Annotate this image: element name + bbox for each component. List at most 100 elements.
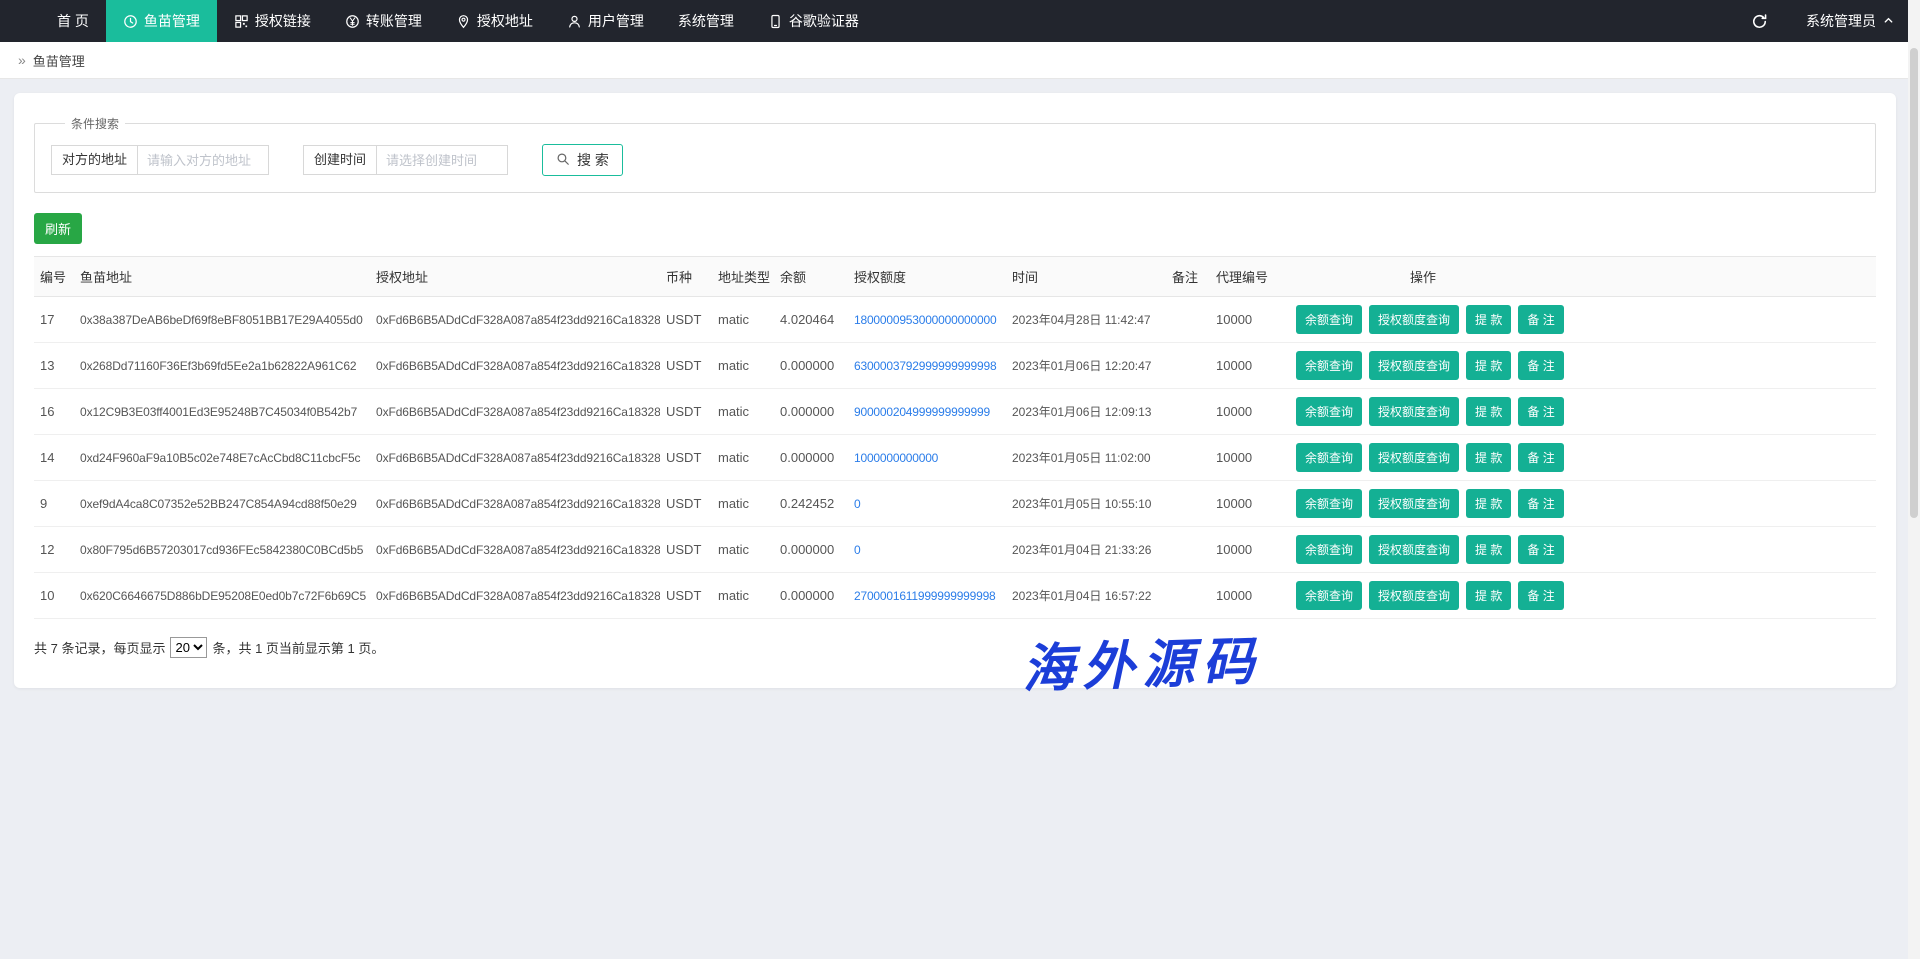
table-row: 140xd24F960aF9a10B5c02e748E7cAcCbd8C11cb… — [34, 435, 1876, 481]
nav-item-home[interactable]: 首 页 — [40, 0, 106, 42]
withdraw-button[interactable]: 提 款 — [1466, 443, 1511, 472]
user-icon — [567, 14, 582, 29]
scrollbar-thumb[interactable] — [1910, 48, 1918, 518]
created-time-input[interactable] — [376, 145, 508, 175]
balance-query-button[interactable]: 余额查询 — [1296, 397, 1362, 426]
cell-fry-address: 0x268Dd71160F36Ef3b69fd5Ee2a1b62822A961C… — [74, 343, 370, 389]
withdraw-button[interactable]: 提 款 — [1466, 305, 1511, 334]
quota-link[interactable]: 1000000000000 — [854, 451, 938, 465]
cell-address-type: matic — [712, 389, 774, 435]
address-search-label: 对方的地址 — [51, 145, 137, 175]
chevron-up-icon — [1883, 13, 1894, 29]
balance-query-button[interactable]: 余额查询 — [1296, 351, 1362, 380]
cell-quota: 900000204999999999999 — [848, 389, 1006, 435]
quota-query-button[interactable]: 授权额度查询 — [1369, 397, 1459, 426]
remark-button[interactable]: 备 注 — [1518, 581, 1563, 610]
withdraw-button[interactable]: 提 款 — [1466, 397, 1511, 426]
cell-actions: 余额查询授权额度查询提 款备 注 — [1290, 527, 1876, 573]
quota-query-button[interactable]: 授权额度查询 — [1369, 305, 1459, 334]
cell-balance: 0.000000 — [774, 573, 848, 619]
nav-item-label: 系统管理 — [678, 11, 734, 31]
cell-balance: 0.242452 — [774, 481, 848, 527]
nav-item-auth-address[interactable]: 授权地址 — [439, 0, 550, 42]
user-menu[interactable]: 系统管理员 — [1806, 11, 1894, 31]
column-header: 地址类型 — [712, 257, 774, 297]
column-header: 备注 — [1166, 257, 1210, 297]
quota-link[interactable]: 0 — [854, 543, 860, 557]
quota-query-button[interactable]: 授权额度查询 — [1369, 535, 1459, 564]
quota-query-button[interactable]: 授权额度查询 — [1369, 489, 1459, 518]
nav-item-label: 授权地址 — [477, 11, 533, 31]
column-header: 币种 — [660, 257, 712, 297]
remark-button[interactable]: 备 注 — [1518, 535, 1563, 564]
breadcrumb-chevrons-icon: » — [18, 52, 26, 68]
cell-id: 16 — [34, 389, 74, 435]
top-nav: 首 页鱼苗管理授权链接转账管理 授权地址 用户管理 系统管理谷歌验证器 系统管理员 — [0, 0, 1920, 42]
cell-balance: 0.000000 — [774, 527, 848, 573]
cell-id: 17 — [34, 297, 74, 343]
cell-id: 9 — [34, 481, 74, 527]
quota-link[interactable]: 2700001611999999999998 — [854, 589, 996, 603]
cell-quota: 2700001611999999999998 — [848, 573, 1006, 619]
nav-item-transfer-management[interactable]: 转账管理 — [328, 0, 439, 42]
quota-link[interactable]: 6300003792999999999998 — [854, 359, 996, 373]
quota-link[interactable]: 1800000953000000000000 — [854, 313, 996, 327]
withdraw-button[interactable]: 提 款 — [1466, 351, 1511, 380]
cell-id: 12 — [34, 527, 74, 573]
nav-item-system-management[interactable]: 系统管理 — [661, 0, 751, 42]
cell-balance: 4.020464 — [774, 297, 848, 343]
cell-actions: 余额查询授权额度查询提 款备 注 — [1290, 297, 1876, 343]
page-size-select[interactable]: 20 — [170, 637, 207, 658]
cell-currency: USDT — [660, 527, 712, 573]
quota-query-button[interactable]: 授权额度查询 — [1369, 443, 1459, 472]
nav-item-fry-management[interactable]: 鱼苗管理 — [106, 0, 217, 42]
balance-query-button[interactable]: 余额查询 — [1296, 443, 1362, 472]
quota-link[interactable]: 900000204999999999999 — [854, 405, 990, 419]
cell-balance: 0.000000 — [774, 343, 848, 389]
cell-address-type: matic — [712, 481, 774, 527]
column-header: 操作 — [1290, 257, 1876, 297]
withdraw-button[interactable]: 提 款 — [1466, 581, 1511, 610]
quota-link[interactable]: 0 — [854, 497, 860, 511]
refresh-icon[interactable] — [1751, 13, 1768, 30]
table-row: 130x268Dd71160F36Ef3b69fd5Ee2a1b62822A96… — [34, 343, 1876, 389]
balance-query-button[interactable]: 余额查询 — [1296, 489, 1362, 518]
cell-fry-address: 0x38a387DeAB6beDf69f8eBF8051BB17E29A4055… — [74, 297, 370, 343]
content-card: 条件搜索 对方的地址 创建时间 搜 — [14, 93, 1896, 688]
cell-currency: USDT — [660, 573, 712, 619]
withdraw-button[interactable]: 提 款 — [1466, 535, 1511, 564]
cell-time: 2023年01月04日 16:57:22 — [1006, 573, 1166, 619]
table-body: 170x38a387DeAB6beDf69f8eBF8051BB17E29A40… — [34, 297, 1876, 619]
quota-query-button[interactable]: 授权额度查询 — [1369, 581, 1459, 610]
table-row: 160x12C9B3E03ff4001Ed3E95248B7C45034f0B5… — [34, 389, 1876, 435]
remark-button[interactable]: 备 注 — [1518, 443, 1563, 472]
cell-address-type: matic — [712, 297, 774, 343]
balance-query-button[interactable]: 余额查询 — [1296, 535, 1362, 564]
balance-query-button[interactable]: 余额查询 — [1296, 581, 1362, 610]
main-menu: 首 页鱼苗管理授权链接转账管理 授权地址 用户管理 系统管理谷歌验证器 — [40, 0, 876, 42]
remark-button[interactable]: 备 注 — [1518, 351, 1563, 380]
cell-remark — [1166, 573, 1210, 619]
quota-query-button[interactable]: 授权额度查询 — [1369, 351, 1459, 380]
balance-query-button[interactable]: 余额查询 — [1296, 305, 1362, 334]
cell-remark — [1166, 435, 1210, 481]
nav-item-user-management[interactable]: 用户管理 — [550, 0, 661, 42]
refresh-button[interactable]: 刷新 — [34, 213, 82, 244]
address-search-input[interactable] — [137, 145, 269, 175]
scrollbar[interactable] — [1908, 0, 1920, 959]
remark-button[interactable]: 备 注 — [1518, 305, 1563, 334]
nav-item-label: 用户管理 — [588, 11, 644, 31]
cell-balance: 0.000000 — [774, 435, 848, 481]
cell-agent-no: 10000 — [1210, 343, 1290, 389]
nav-item-auth-link[interactable]: 授权链接 — [217, 0, 328, 42]
cell-agent-no: 10000 — [1210, 527, 1290, 573]
cell-remark — [1166, 297, 1210, 343]
withdraw-button[interactable]: 提 款 — [1466, 489, 1511, 518]
search-button[interactable]: 搜 索 — [542, 144, 623, 176]
cell-remark — [1166, 527, 1210, 573]
nav-item-google-authenticator[interactable]: 谷歌验证器 — [751, 0, 876, 42]
cell-quota: 6300003792999999999998 — [848, 343, 1006, 389]
cell-actions: 余额查询授权额度查询提 款备 注 — [1290, 435, 1876, 481]
remark-button[interactable]: 备 注 — [1518, 489, 1563, 518]
remark-button[interactable]: 备 注 — [1518, 397, 1563, 426]
